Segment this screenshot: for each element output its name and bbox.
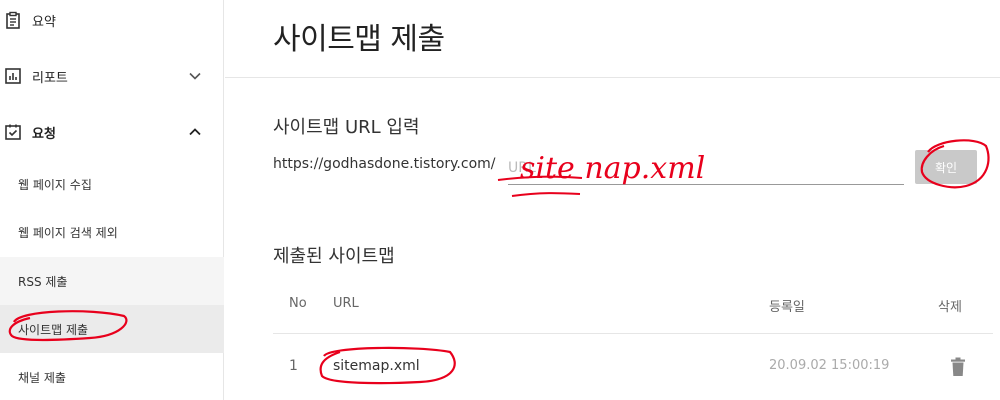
- sidebar-item-label: 요약: [32, 14, 56, 30]
- sidebar-item-label: 웹 페이지 수집: [18, 177, 92, 192]
- sidebar-item-request[interactable]: 요청: [0, 112, 224, 152]
- sidebar: 요약 리포트 요청 웹 페이지 수집 웹 페이지 검색 제외 RSS 제출 사이…: [0, 0, 224, 400]
- confirm-button[interactable]: 확인: [915, 150, 977, 184]
- sidebar-item-label: RSS 제출: [18, 274, 68, 289]
- app-window: 요약 리포트 요청 웹 페이지 수집 웹 페이지 검색 제외 RSS 제출 사이…: [0, 0, 1000, 400]
- sidebar-item-label: 사이트맵 제출: [18, 322, 89, 337]
- sidebar-subitem-web-page-collect[interactable]: 웹 페이지 수집: [0, 160, 224, 208]
- chevron-down-icon[interactable]: [188, 69, 202, 83]
- bar-chart-icon: [5, 68, 21, 84]
- sidebar-subitem-sitemap-submit[interactable]: 사이트맵 제출: [0, 305, 224, 353]
- sidebar-item-summary[interactable]: 요약: [0, 0, 224, 40]
- sidebar-item-report[interactable]: 리포트: [0, 56, 224, 96]
- sidebar-subitem-web-page-exclude[interactable]: 웹 페이지 검색 제외: [0, 208, 224, 256]
- main-content: 사이트맵 제출 사이트맵 URL 입력 https://godhasdone.t…: [225, 0, 1000, 400]
- url-prefix: https://godhasdone.tistory.com/: [273, 156, 496, 172]
- sidebar-item-label: 리포트: [32, 70, 68, 86]
- sidebar-subitem-rss-submit[interactable]: RSS 제출: [0, 257, 224, 305]
- checkbox-icon: [5, 124, 21, 140]
- table-divider: [273, 333, 993, 334]
- column-header-no: No: [289, 296, 307, 311]
- sitemap-url-input[interactable]: [508, 152, 904, 185]
- clipboard-icon: [6, 11, 20, 29]
- section-title-url-input: 사이트맵 URL 입력: [273, 117, 420, 138]
- sidebar-subitem-channel-submit[interactable]: 채널 제출: [0, 353, 224, 400]
- chevron-up-icon[interactable]: [188, 125, 202, 139]
- column-header-date: 등록일: [769, 300, 805, 315]
- sidebar-item-label: 웹 페이지 검색 제외: [18, 225, 118, 240]
- trash-icon[interactable]: [950, 357, 966, 377]
- sidebar-item-label: 요청: [32, 126, 56, 142]
- column-header-url: URL: [333, 296, 359, 311]
- row-date: 20.09.02 15:00:19: [769, 358, 890, 373]
- sidebar-item-label: 채널 제출: [18, 370, 66, 385]
- divider: [225, 77, 1000, 78]
- row-url: sitemap.xml: [333, 358, 420, 374]
- page-title: 사이트맵 제출: [273, 22, 445, 57]
- section-title-submitted: 제출된 사이트맵: [273, 246, 395, 267]
- row-no: 1: [289, 358, 298, 374]
- column-header-delete: 삭제: [938, 300, 962, 315]
